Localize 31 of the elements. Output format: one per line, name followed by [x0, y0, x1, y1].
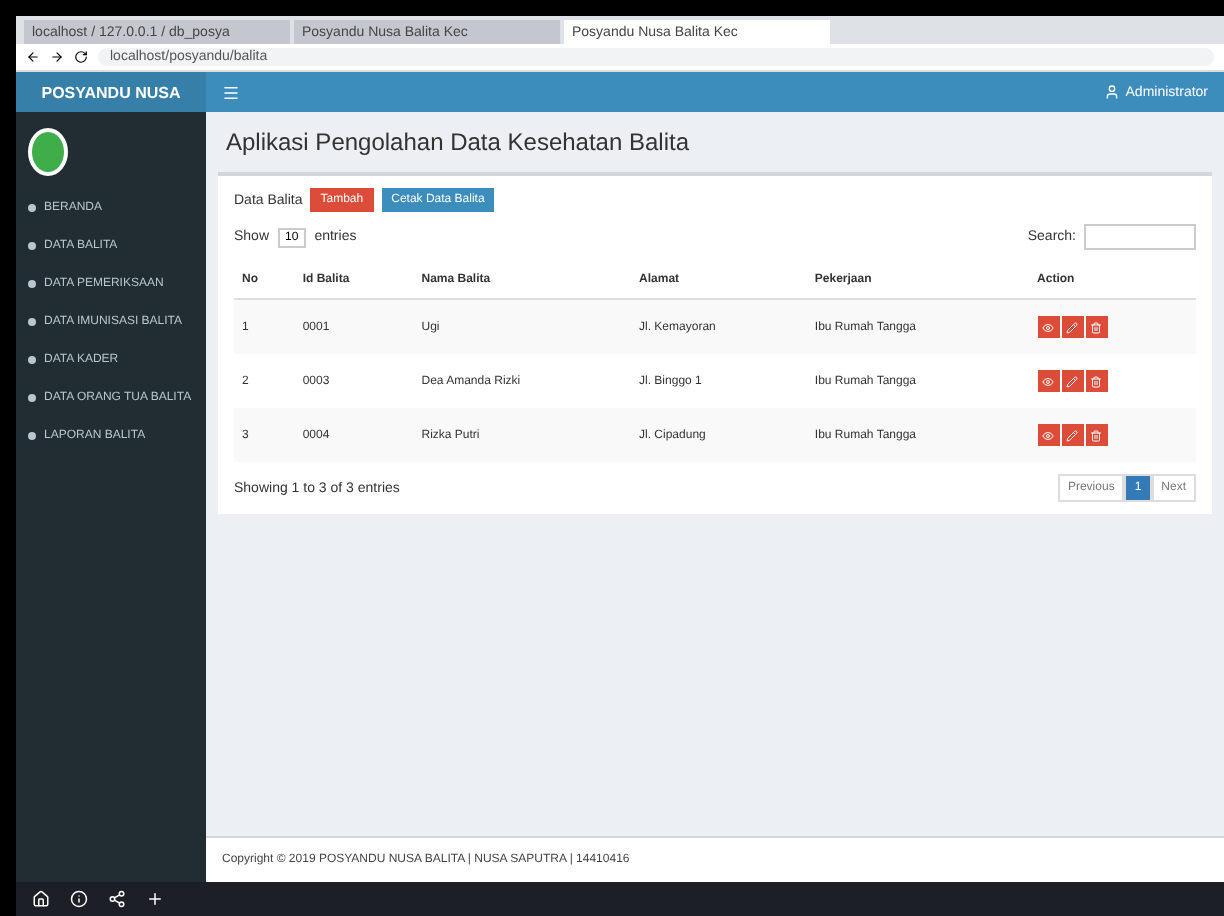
edit-button[interactable]: [1061, 370, 1084, 392]
page-title: Aplikasi Pengolahan Data Kesehatan Balita: [224, 126, 691, 160]
view-button[interactable]: [1037, 316, 1060, 338]
home-icon[interactable]: [32, 890, 50, 908]
share-icon[interactable]: [108, 890, 126, 908]
logo-icon: [28, 128, 68, 176]
eye-icon: [1042, 429, 1055, 441]
view-button[interactable]: [1037, 424, 1060, 446]
delete-button[interactable]: [1085, 370, 1108, 392]
pencil-icon: [1066, 321, 1079, 333]
pencil-icon: [1066, 429, 1079, 441]
reload-icon[interactable]: [74, 50, 88, 64]
delete-button[interactable]: [1085, 316, 1108, 338]
trash-icon: [1090, 429, 1103, 441]
trash-icon: [1090, 321, 1103, 333]
brand-logo[interactable]: POSYANDU NUSA: [16, 72, 206, 112]
pencil-icon: [1066, 375, 1079, 387]
delete-button[interactable]: [1085, 424, 1108, 446]
menu-icon[interactable]: [222, 83, 240, 101]
plus-icon[interactable]: [146, 890, 164, 908]
eye-icon: [1042, 321, 1055, 333]
edit-button[interactable]: [1061, 316, 1084, 338]
trash-icon: [1090, 375, 1103, 387]
view-button[interactable]: [1037, 370, 1060, 392]
eye-icon: [1042, 375, 1055, 387]
edit-button[interactable]: [1061, 424, 1084, 446]
search-field[interactable]: [1084, 224, 1196, 250]
info-icon[interactable]: [70, 890, 88, 908]
user-icon: [1103, 84, 1120, 100]
back-icon[interactable]: [26, 50, 40, 64]
forward-icon[interactable]: [50, 50, 64, 64]
